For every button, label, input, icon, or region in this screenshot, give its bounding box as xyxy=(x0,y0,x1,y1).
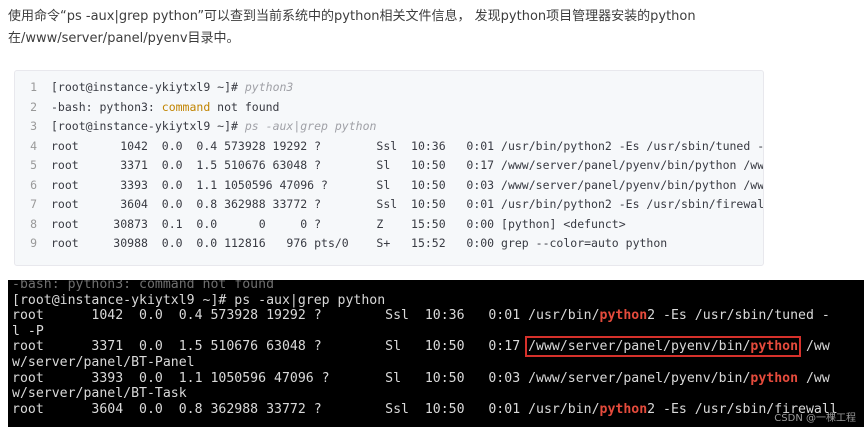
code-token: [root@instance-ykiytxl9 ~]# xyxy=(51,119,245,133)
terminal-line: l -P xyxy=(12,324,838,340)
highlighted-match: python xyxy=(750,370,799,386)
intro-text: 使用命令“ps -aux|grep python”可以查到当前系统中的pytho… xyxy=(8,6,828,50)
code-line: 8 root 30873 0.1 0.0 0 0 ? Z 15:50 0:00 [… xyxy=(15,215,763,235)
line-number: 1 xyxy=(30,80,37,94)
terminal-text: root 3371 0.0 1.5 510676 63048 ? Sl 10:5… xyxy=(12,339,529,355)
code-token: not found xyxy=(210,99,280,114)
terminal-line: root 3371 0.0 1.5 510676 63048 ? Sl 10:5… xyxy=(12,336,838,358)
terminal-text: -bash: python3: command not found xyxy=(12,280,275,292)
intro-line-1: 使用命令“ps -aux|grep python”可以查到当前系统中的pytho… xyxy=(8,9,696,24)
code-token: root 30988 0.0 0.0 112816 976 pts/0 S+ 1… xyxy=(51,236,668,250)
code-token: [root@instance-ykiytxl9 ~]# xyxy=(51,80,245,94)
terminal-text: w/server/panel/BT-Task xyxy=(12,386,187,402)
code-token: ps -aux|grep python xyxy=(244,119,377,133)
intro-line-2: 在/www/server/panel/pyenv目录中。 xyxy=(8,31,240,46)
terminal-text: root 1042 0.0 0.4 573928 19292 ? Ssl 10:… xyxy=(12,308,600,324)
line-number: 8 xyxy=(30,216,37,231)
code-line: 4 root 1042 0.0 0.4 573928 19292 ? Ssl 10… xyxy=(15,137,764,157)
terminal-text: root 3393 0.0 1.1 1050596 47096 ? Sl 10:… xyxy=(12,370,751,386)
code-line: 2 -bash: python3: command not found xyxy=(15,98,763,118)
code-line: 1 [root@instance-ykiytxl9 ~]# python3 xyxy=(15,78,763,98)
highlighted-match: python xyxy=(599,308,648,324)
code-token: root 3371 0.0 1.5 510676 63048 ? Sl 10:5… xyxy=(51,158,764,172)
code-token: root 3604 0.0 0.8 362988 33772 ? Ssl 10:… xyxy=(51,197,764,211)
line-number: 5 xyxy=(30,158,37,172)
code-block: 1 [root@instance-ykiytxl9 ~]# python3 2 -ba… xyxy=(14,70,764,266)
terminal-lines: -bash: python3: command not found [root@i… xyxy=(12,280,838,417)
line-number: 2 xyxy=(30,99,37,114)
terminal-line: root 3393 0.0 1.1 1050596 47096 ? Sl 10:… xyxy=(12,371,838,387)
line-number: 6 xyxy=(30,177,37,192)
line-number: 7 xyxy=(30,197,37,211)
terminal-screenshot: -bash: python3: command not found [root@i… xyxy=(8,280,864,427)
code-lines: 1 [root@instance-ykiytxl9 ~]# python3 2 -ba… xyxy=(15,78,764,254)
code-token: root 3393 0.0 1.1 1050596 47096 ? Sl 10:… xyxy=(51,177,764,192)
code-token: -bash: python3: xyxy=(51,99,162,114)
code-line: 9 root 30988 0.0 0.0 112816 976 pts/0 S+ … xyxy=(15,234,763,254)
line-number: 3 xyxy=(30,119,37,133)
highlight-box: /www/server/panel/pyenv/bin/python xyxy=(525,336,802,358)
code-token: root 30873 0.1 0.0 0 0 ? Z 15:50 0:00 [p… xyxy=(51,216,626,231)
terminal-text: [root@instance-ykiytxl9 ~]# ps -aux|grep… xyxy=(12,292,386,308)
terminal-line: [root@instance-ykiytxl9 ~]# ps -aux|grep… xyxy=(12,293,838,309)
terminal-line: -bash: python3: command not found xyxy=(12,280,838,293)
code-token: command xyxy=(161,99,211,114)
terminal-line: w/server/panel/BT-Panel xyxy=(12,355,838,371)
code-line: 3 [root@instance-ykiytxl9 ~]# ps -aux|gre… xyxy=(15,117,763,137)
code-line: 5 root 3371 0.0 1.5 510676 63048 ? Sl 10:… xyxy=(15,156,764,176)
watermark: CSDN @一棵工程 xyxy=(774,413,856,424)
terminal-line: root 1042 0.0 0.4 573928 19292 ? Ssl 10:… xyxy=(12,308,838,324)
terminal-text: /www/server/panel/pyenv/bin/ xyxy=(528,339,751,355)
code-line: 7 root 3604 0.0 0.8 362988 33772 ? Ssl 10… xyxy=(15,195,764,215)
terminal-text: w/server/panel/BT-Panel xyxy=(12,354,195,370)
terminal-line: w/server/panel/BT-Task xyxy=(12,386,838,402)
code-token: root 1042 0.0 0.4 573928 19292 ? Ssl 10:… xyxy=(51,138,764,153)
terminal-text: root 3604 0.0 0.8 362988 33772 ? Ssl 10:… xyxy=(12,401,600,417)
code-line: 6 root 3393 0.0 1.1 1050596 47096 ? Sl 10… xyxy=(15,176,764,196)
line-number: 9 xyxy=(30,236,37,250)
terminal-text: /ww xyxy=(798,339,830,355)
terminal-text: l -P xyxy=(12,323,44,339)
code-token: python3 xyxy=(244,80,294,94)
terminal-text: 2 -Es /usr/sbin/tuned - xyxy=(647,308,830,324)
line-number: 4 xyxy=(30,138,37,153)
terminal-line: root 3604 0.0 0.8 362988 33772 ? Ssl 10:… xyxy=(12,402,838,418)
highlighted-match: python xyxy=(750,339,799,355)
highlighted-match: python xyxy=(599,401,648,417)
terminal-text: /ww xyxy=(798,370,830,386)
